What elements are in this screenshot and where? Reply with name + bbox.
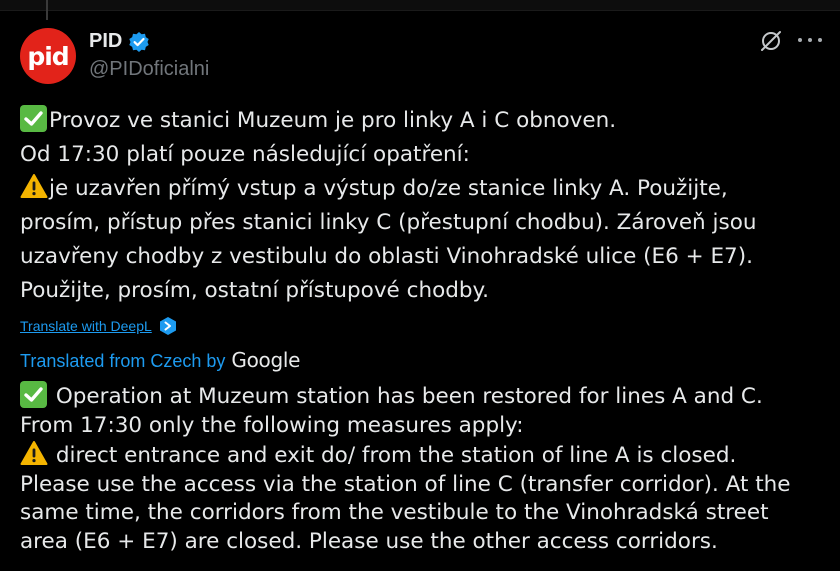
warning-emoji xyxy=(20,440,48,466)
avatar[interactable]: pid xyxy=(20,28,76,84)
translated-from-label[interactable]: Translated from Czech by xyxy=(20,351,225,372)
thread-connector-line xyxy=(46,0,48,20)
translation-line-1: Operation at Muzeum station has been res… xyxy=(20,381,820,412)
original-line-3: je uzavřen přímý vstup a výstup do/ze st… xyxy=(20,172,820,206)
original-line-2: Od 17:30 platí pouze následující opatřen… xyxy=(20,142,470,167)
translated-from-row: Translated from Czech by Google xyxy=(20,348,300,372)
google-logo: Google xyxy=(231,348,301,372)
original-line-4: prosím, přístup přes stanici linky C (př… xyxy=(20,210,757,235)
top-bar xyxy=(0,0,840,11)
translation-line-2: From 17:30 only the following measures a… xyxy=(20,412,524,438)
original-line-6: Použijte, prosím, ostatní přístupové cho… xyxy=(20,278,490,303)
author-handle[interactable]: @PIDoficialni xyxy=(89,58,209,81)
author-name-row: PID xyxy=(89,30,150,53)
more-dots-icon[interactable] xyxy=(798,32,822,48)
tweet-original-text: Provoz ve stanici Muzeum je pro linky A … xyxy=(20,104,820,308)
translation-line-5: same time, the corridors from the vestib… xyxy=(20,500,769,525)
verified-badge-icon xyxy=(128,31,150,53)
author-display-name[interactable]: PID xyxy=(89,30,122,53)
translation-line-6: area (E6 + E7) are closed. Please use th… xyxy=(20,528,718,554)
deepl-translate-row: Translate with DeepL xyxy=(20,316,178,336)
translation-line-4: Please use the access via the station of… xyxy=(20,471,791,497)
translate-with-deepl-link[interactable]: Translate with DeepL xyxy=(20,318,152,334)
original-line-5: uzavřeny chodby z vestibulu do oblasti V… xyxy=(20,244,753,269)
check-mark-emoji xyxy=(20,381,47,408)
warning-emoji xyxy=(20,173,48,199)
tweet-page: pid PID @PIDoficialni Provoz ve stanici … xyxy=(0,0,840,571)
original-line-1: Provoz ve stanici Muzeum je pro linky A … xyxy=(20,104,820,138)
tweet-translated-text: Operation at Muzeum station has been res… xyxy=(20,381,820,556)
translation-line-3: direct entrance and exit do/ from the st… xyxy=(20,440,820,471)
deepl-icon[interactable] xyxy=(158,316,178,336)
check-mark-emoji xyxy=(20,105,47,132)
slashed-circle-icon[interactable] xyxy=(758,28,784,54)
